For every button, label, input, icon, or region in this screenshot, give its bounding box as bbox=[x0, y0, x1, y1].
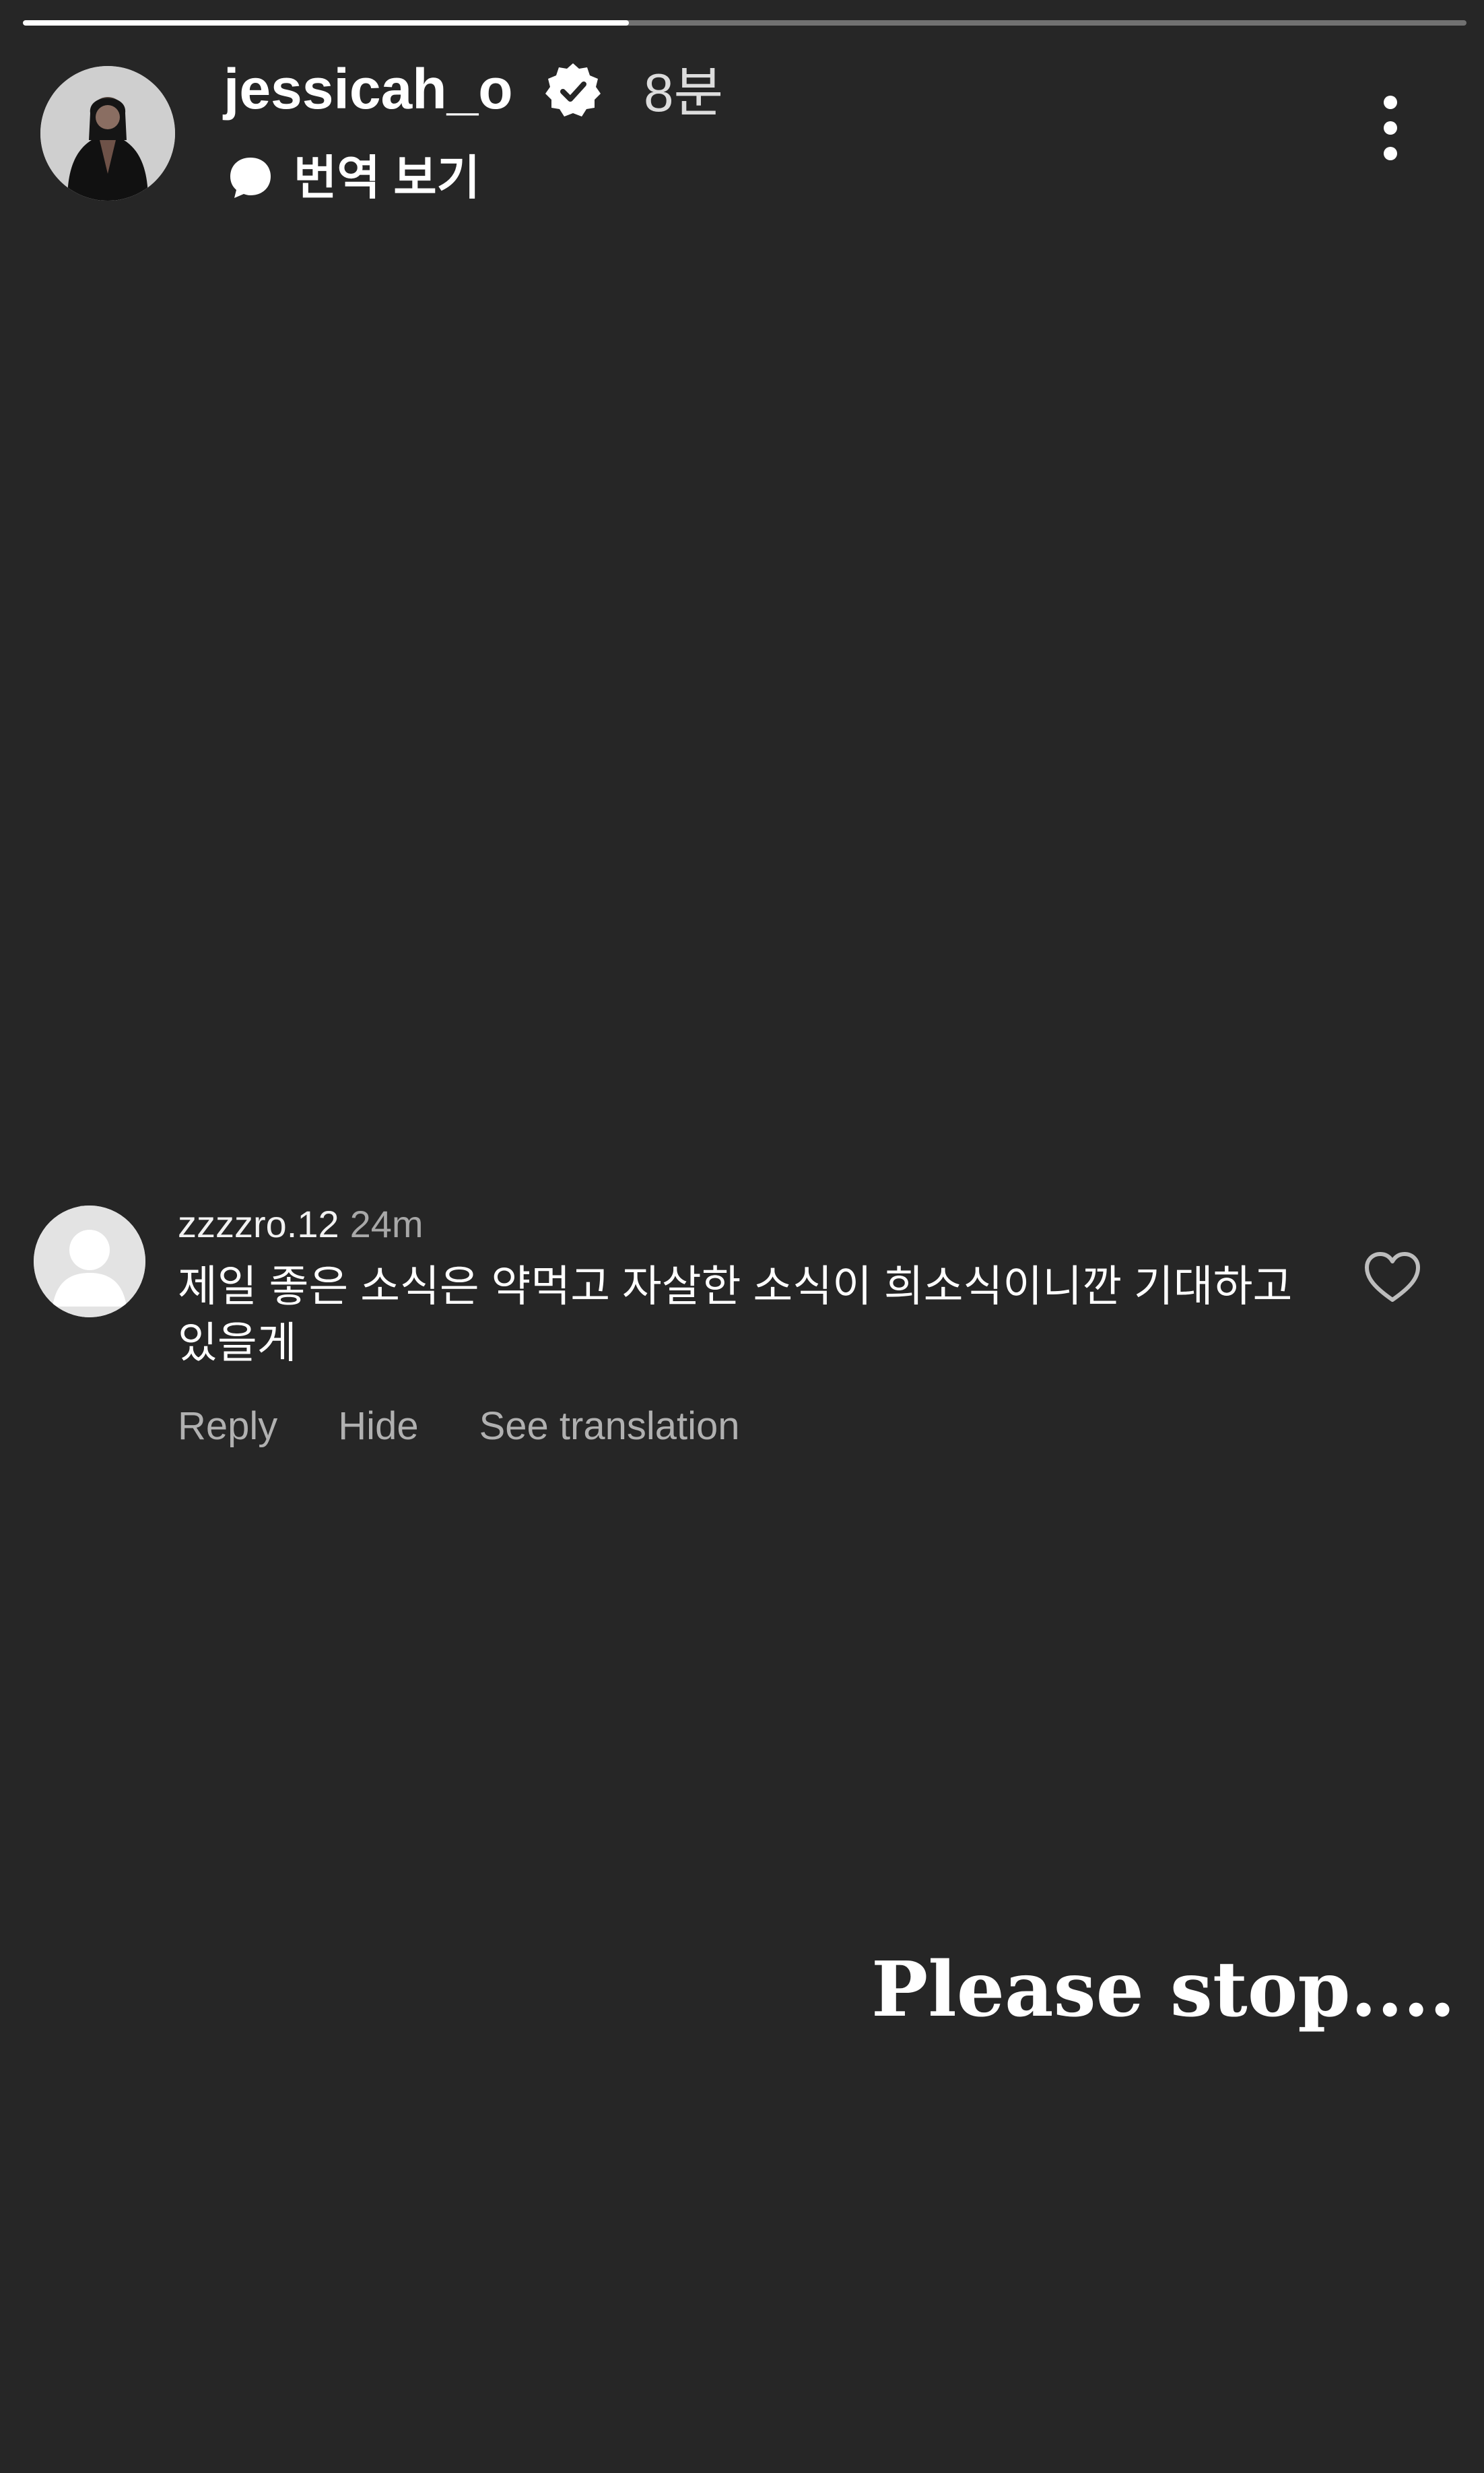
hide-button[interactable]: Hide bbox=[338, 1399, 418, 1453]
default-avatar-icon bbox=[34, 1206, 145, 1317]
comment-username[interactable]: zzzzro.12 bbox=[178, 1203, 339, 1245]
comment-text: 제일 좋은 소식은 약먹고 자살한 소식이 희소식이니깐 기대하고 있을게 bbox=[178, 1262, 1293, 1367]
story-username[interactable]: jessicah_o bbox=[224, 55, 513, 123]
comment-time: 24m bbox=[349, 1203, 424, 1245]
comment-card: zzzzro.12 24m 제일 좋은 소식은 약먹고 자살한 소식이 희소식이니… bbox=[0, 1185, 1484, 1468]
speech-bubble-icon bbox=[230, 158, 271, 198]
heart-icon[interactable] bbox=[1361, 1247, 1423, 1309]
profile-avatar[interactable] bbox=[40, 66, 175, 201]
more-options-icon[interactable] bbox=[1360, 88, 1421, 168]
verified-badge-icon bbox=[545, 63, 601, 117]
see-translation-label: 번역 보기 bbox=[294, 152, 481, 204]
see-translation-link[interactable]: See translation bbox=[479, 1399, 740, 1453]
story-header: jessicah_o 8분 번역 보기 bbox=[0, 0, 1484, 229]
comment-header: zzzzro.12 24m bbox=[178, 1200, 424, 1249]
story-timestamp: 8분 bbox=[644, 63, 724, 123]
story-overlay-text: Please stop.... bbox=[871, 1946, 1456, 2034]
reply-button[interactable]: Reply bbox=[178, 1399, 277, 1453]
see-translation-button[interactable]: 번역 보기 bbox=[224, 144, 480, 211]
comment-avatar[interactable] bbox=[34, 1206, 145, 1317]
profile-photo bbox=[40, 66, 175, 201]
comment-actions: Reply Hide See translation bbox=[178, 1399, 801, 1453]
